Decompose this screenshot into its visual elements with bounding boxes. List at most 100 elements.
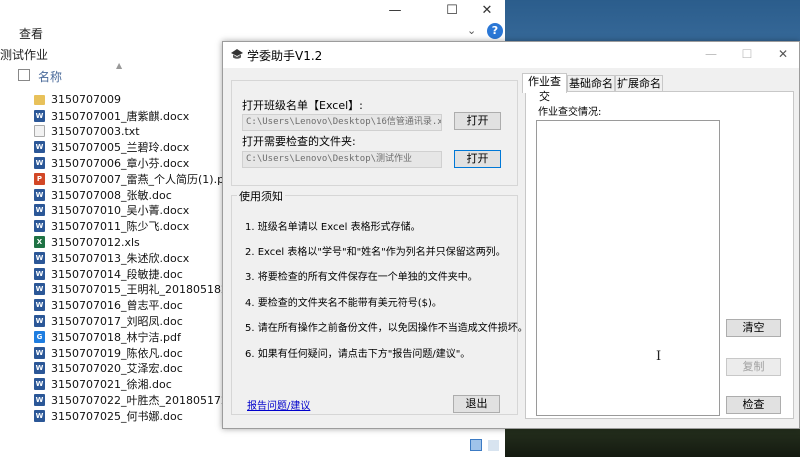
window-title: 学委助手V1.2 [247,49,323,63]
file-name: 3150707008_张敏.doc [51,188,172,202]
help-icon[interactable]: ? [487,23,503,39]
file-name: 3150707005_兰碧玲.docx [51,141,190,155]
docx-file-icon: W [34,204,45,217]
file-name: 3150707010_吴小菁.docx [51,204,190,218]
folder-label: 打开需要检查的文件夹: [242,135,356,148]
file-list: 3150707009 W 3150707001_唐紫麒.docx 3150707003… [34,92,234,424]
file-name: 3150707009 [51,93,121,107]
docx-file-icon: W [34,267,45,280]
tab-basic-naming[interactable]: 基础命名 [567,75,615,92]
file-row[interactable]: 3150707009 [34,92,234,108]
app-window: 学委助手V1.2 — ☐ ✕ 打开班级名单【Excel】: C:\Users\L… [222,41,800,429]
file-name: 3150707012.xls [51,235,140,249]
file-row[interactable]: W 3150707014_段敏捷.doc [34,266,234,282]
docx-file-icon: W [34,409,45,422]
file-name: 3150707014_段敏捷.doc [51,267,183,281]
close-button[interactable]: ✕ [768,44,798,64]
xls-file-icon: X [34,236,45,249]
file-row[interactable]: 3150707003.txt [34,124,234,140]
file-name: 3150707001_唐紫麒.docx [51,109,190,123]
notice-item: 3. 将要检查的所有文件保存在一个单独的文件夹中。 [245,272,478,283]
docx-file-icon: W [34,157,45,170]
docx-file-icon: W [34,220,45,233]
minimize-button[interactable]: — [696,44,726,64]
file-row[interactable]: P 3150707007_雷燕_个人简历(1).pptx [34,171,234,187]
file-name: 3150707015_王明礼_20180518210... [51,283,234,297]
file-row[interactable]: W 3150707011_陈少飞.docx [34,218,234,234]
file-row[interactable]: W 3150707019_陈依凡.doc [34,345,234,361]
file-row[interactable]: W 3150707025_何书娜.doc [34,408,234,424]
file-row[interactable]: W 3150707016_曾志平.doc [34,297,234,313]
clear-button[interactable]: 清空 [726,319,781,337]
notice-group-title: 使用须知 [237,188,285,204]
docx-file-icon: W [34,109,45,122]
pdf-file-icon: G [34,330,45,343]
notice-item: 5. 请在所有操作之前备份文件，以免因操作不当造成文件损坏。 [245,323,528,334]
check-button[interactable]: 检查 [726,396,781,414]
file-row[interactable]: W 3150707022_叶胜杰_20180517215... [34,392,234,408]
explorer-close-button[interactable]: ✕ [470,0,504,24]
docx-file-icon: W [34,362,45,375]
docx-file-icon: W [34,378,45,391]
notice-item: 4. 要检查的文件夹名不能带有美元符号($)。 [245,298,442,309]
column-header-name[interactable]: 名称 [38,68,62,85]
docx-file-icon: W [34,299,45,312]
docx-file-icon: W [34,251,45,264]
pptx-file-icon: P [34,172,45,185]
docx-file-icon: W [34,315,45,328]
title-bar[interactable]: 学委助手V1.2 — ☐ ✕ [223,42,799,68]
file-row[interactable]: W 3150707015_王明礼_20180518210... [34,282,234,298]
file-name: 3150707021_徐湘.doc [51,378,172,392]
notice-item: 2. Excel 表格以"学号"和"姓名"作为列名并只保留这两列。 [245,247,506,258]
open-roster-button[interactable]: 打开 [454,112,501,130]
file-name: 3150707017_刘昭凤.doc [51,315,183,329]
files-group: 打开班级名单【Excel】: C:\Users\Lenovo\Desktop\1… [231,80,518,186]
file-row[interactable]: W 3150707021_徐湘.doc [34,376,234,392]
file-row[interactable]: W 3150707020_艾泽宏.doc [34,361,234,377]
file-row[interactable]: W 3150707013_朱述欣.docx [34,250,234,266]
roster-path-field[interactable]: C:\Users\Lenovo\Desktop\16信管通讯录.xls [242,114,442,131]
open-folder-button[interactable]: 打开 [454,150,501,168]
status-textarea[interactable] [536,120,720,416]
docx-file-icon: W [34,188,45,201]
ribbon-tab-view[interactable]: 查看 [19,25,43,42]
status-label: 作业查交情况: [538,107,602,118]
file-name: 3150707022_叶胜杰_20180517215... [51,394,234,408]
file-name: 3150707016_曾志平.doc [51,299,183,313]
file-row[interactable]: W 3150707008_张敏.doc [34,187,234,203]
notice-item: 6. 如果有任何疑问，请点击下方"报告问题/建议"。 [245,349,471,360]
file-row[interactable]: W 3150707010_吴小菁.docx [34,203,234,219]
file-row[interactable]: W 3150707001_唐紫麒.docx [34,108,234,124]
details-view-icon[interactable] [470,439,482,451]
chevron-down-icon[interactable]: ⌄ [467,24,476,37]
tab-extended-naming[interactable]: 扩展命名 [615,75,663,92]
file-row[interactable]: X 3150707012.xls [34,234,234,250]
roster-label: 打开班级名单【Excel】: [242,99,363,112]
file-row[interactable]: W 3150707006_章小芬.docx [34,155,234,171]
file-name: 3150707019_陈依凡.doc [51,346,183,360]
report-issue-link[interactable]: 报告问题/建议 [247,397,310,412]
folder-path-field[interactable]: C:\Users\Lenovo\Desktop\测试作业 [242,151,442,168]
file-name: 3150707018_林宁洁.pdf [51,330,181,344]
file-name: 3150707007_雷燕_个人简历(1).pptx [51,172,234,186]
notice-item: 1. 班级名单请以 Excel 表格形式存储。 [245,222,421,233]
file-name: 3150707006_章小芬.docx [51,157,190,171]
file-name: 3150707020_艾泽宏.doc [51,362,183,376]
exit-button[interactable]: 退出 [453,395,500,413]
select-all-checkbox[interactable] [18,69,30,81]
text-cursor-icon: I [656,349,662,364]
copy-button[interactable]: 复制 [726,358,781,376]
file-name: 3150707003.txt [51,124,140,138]
tab-homework-check[interactable]: 作业查交 [522,73,567,103]
file-row[interactable]: W 3150707005_兰碧玲.docx [34,139,234,155]
file-row[interactable]: W 3150707017_刘昭凤.doc [34,313,234,329]
folder-icon [34,94,45,105]
maximize-button[interactable]: ☐ [732,44,762,64]
large-icons-view-icon[interactable] [488,440,499,451]
breadcrumb-folder[interactable]: 测试作业 [0,46,48,63]
app-logo-icon [231,49,243,59]
file-name: 3150707011_陈少飞.docx [51,220,190,234]
explorer-minimize-button[interactable]: — [378,0,412,24]
file-row[interactable]: G 3150707018_林宁洁.pdf [34,329,234,345]
explorer-maximize-button[interactable]: ☐ [435,0,469,24]
